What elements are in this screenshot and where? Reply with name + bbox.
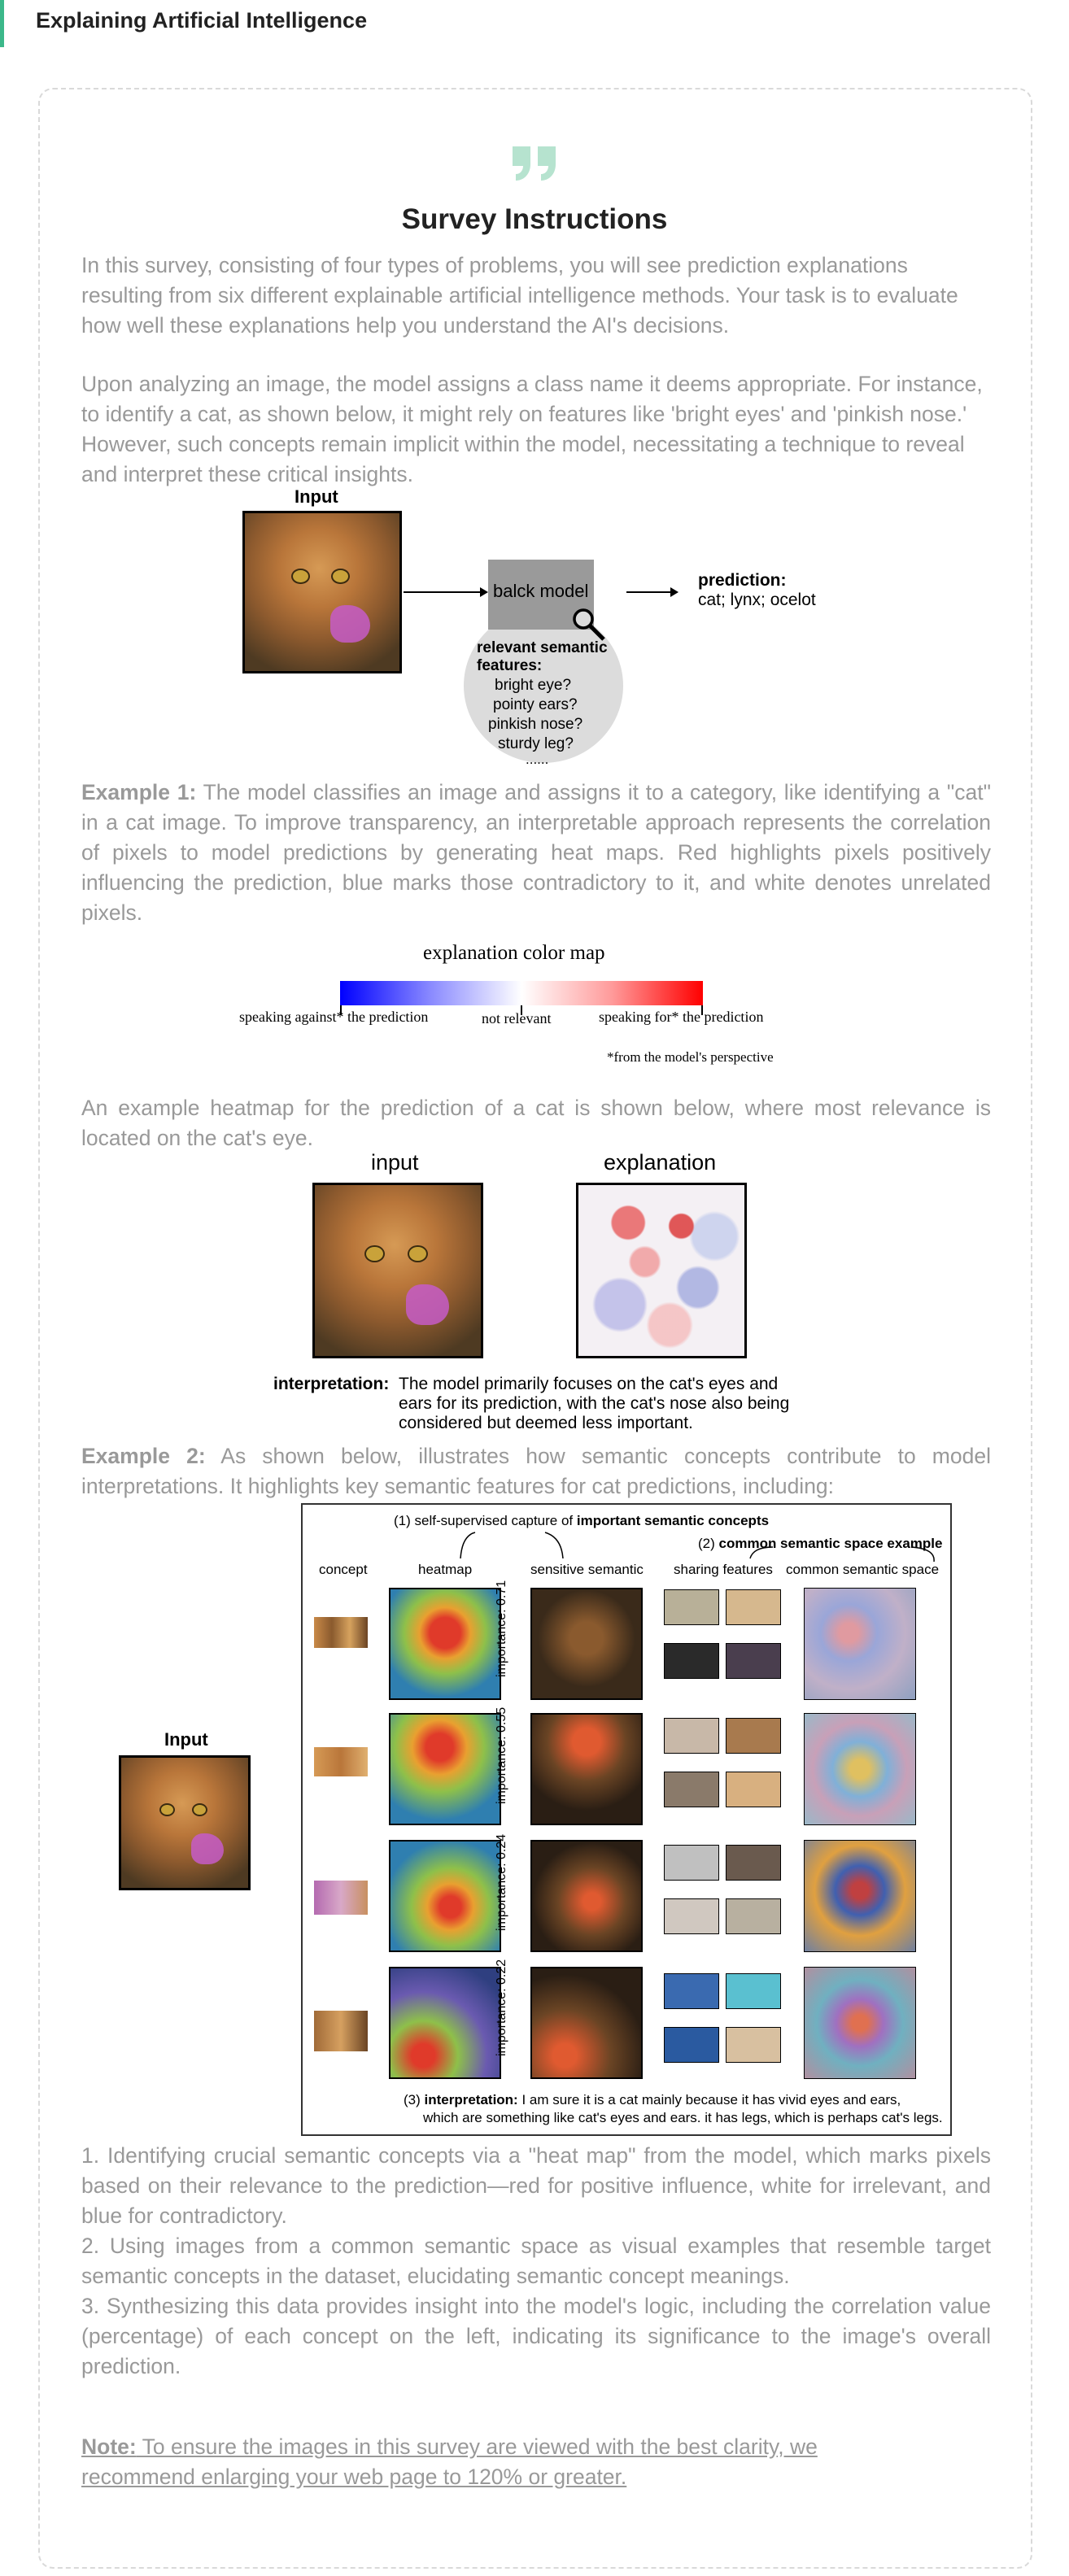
caption-3: (3) interpretation: I am sure it is a ca… (404, 2092, 901, 2107)
features-title: relevant semantic features: (477, 639, 608, 674)
explanation-heatmap (576, 1183, 747, 1358)
figure-heatmap-example: input explanation interpretation: The mo… (268, 1149, 822, 1438)
step-3: 3. Synthesizing this data provides insig… (81, 2294, 991, 2378)
figure-semantic-concepts: Input (1) self-supervised capture of imp… (114, 1503, 960, 2138)
figure3-input-label: Input (164, 1729, 208, 1750)
top-bar: Explaining Artificial Intelligence (0, 0, 1069, 47)
column-sensitive-semantic: sensitive semantic (530, 1562, 644, 1577)
cat-input-image-3 (119, 1755, 251, 1890)
magnifier-icon (573, 608, 605, 641)
colormap-middle-label: not relevant (482, 1010, 552, 1026)
example2-text: As shown below, illustrates how semantic… (81, 1444, 991, 1498)
feature-pointy-ears: pointy ears? (493, 696, 578, 713)
sharing-thumb (726, 1772, 781, 1807)
figure2-input-label: input (371, 1150, 419, 1175)
column-concept: concept (319, 1562, 368, 1577)
heatmap-thumb (389, 1713, 501, 1825)
colormap-right-label: speaking for* the prediction (599, 1009, 764, 1025)
cat-input-image-2 (312, 1183, 483, 1358)
sharing-thumb (726, 1589, 781, 1625)
concept-crop (314, 1747, 368, 1776)
sharing-thumb (664, 1718, 719, 1754)
sharing-thumb (664, 2027, 719, 2063)
interpretation-line-3: considered but deemed less important. (399, 1414, 693, 1432)
figure1-input-label: Input (295, 486, 338, 507)
column-common-semantic-space: common semantic space (786, 1562, 940, 1577)
column-heatmap: heatmap (418, 1562, 473, 1577)
quote-icon (513, 146, 556, 181)
note-text: To ensure the images in this survey are … (81, 2434, 818, 2489)
heatmap-intro: An example heatmap for the prediction of… (81, 1096, 991, 1150)
importance-2: importance: 0.55 (495, 1706, 508, 1804)
sharing-thumb (664, 1973, 719, 2009)
interpretation-line-2: ears for its prediction, with the cat's … (399, 1394, 790, 1413)
common-space-thumb (804, 1588, 916, 1700)
heatmap-thumb (389, 1967, 501, 2079)
sharing-thumb (664, 1589, 719, 1625)
sharing-thumb (664, 1898, 719, 1934)
common-space-thumb (804, 1713, 916, 1825)
example2-paragraph: Example 2: As shown below, illustrates h… (81, 1441, 991, 1502)
sharing-thumb (726, 1898, 781, 1934)
sharing-thumb (726, 1845, 781, 1881)
example1-text: The model classifies an image and assign… (81, 780, 991, 925)
importance-1: importance: 0.71 (495, 1580, 508, 1677)
app-title: Explaining Artificial Intelligence (36, 8, 368, 33)
note: Note: To ensure the images in this surve… (81, 2432, 936, 2492)
common-space-thumb (804, 1967, 916, 2079)
sharing-thumb (726, 1718, 781, 1754)
figure-model-diagram: Input balck model prediction: cat; lynx;… (236, 486, 854, 767)
intro-paragraph: In this survey, consisting of four types… (81, 253, 958, 338)
sharing-thumb (664, 1845, 719, 1881)
feature-ellipsis: ...... (526, 752, 549, 767)
common-space-thumb (804, 1840, 916, 1952)
colormap-left-label: speaking against* the prediction (239, 1009, 429, 1025)
analysis-paragraph: Upon analyzing an image, the model assig… (81, 372, 983, 486)
figure2-explanation-label: explanation (604, 1150, 717, 1175)
caption-connectors (460, 1532, 935, 1563)
colormap-bar (340, 981, 703, 1005)
example2-label: Example 2: (81, 1444, 206, 1468)
sharing-thumb (726, 1643, 781, 1679)
example1-paragraph: Example 1: The model classifies an image… (81, 778, 991, 928)
colormap-footnote: *from the model's perspective (607, 1049, 774, 1065)
colormap-title: explanation color map (423, 942, 605, 964)
figure-colormap: explanation color map speaking against* … (228, 942, 814, 1072)
interpretation-label: interpretation: (273, 1375, 390, 1393)
concept-crop (314, 2011, 368, 2051)
importance-4: importance: 0.22 (495, 1959, 508, 2056)
sensitive-thumb (530, 1840, 643, 1952)
model-label: balck model (493, 581, 589, 601)
heatmap-thumb (389, 1840, 501, 1952)
feature-sturdy-leg: sturdy leg? (498, 735, 574, 752)
feature-pinkish-nose: pinkish nose? (488, 716, 583, 733)
note-label: Note: (81, 2434, 137, 2459)
interpretation-line-1: The model primarily focuses on the cat's… (399, 1375, 779, 1393)
importance-3: importance: 0.24 (495, 1833, 508, 1931)
sharing-thumb (726, 2027, 781, 2063)
sharing-thumb (726, 1973, 781, 2009)
step-2: 2. Using images from a common semantic s… (81, 2234, 991, 2288)
step-1: 1. Identifying crucial semantic concepts… (81, 2143, 991, 2228)
accent-strip (0, 0, 4, 47)
prediction-value: cat; lynx; ocelot (698, 591, 816, 609)
sensitive-thumb (530, 1967, 643, 2079)
sharing-thumb (664, 1643, 719, 1679)
survey-title: Survey Instructions (401, 203, 668, 235)
example1-label: Example 1: (81, 780, 197, 804)
feature-bright-eye: bright eye? (495, 677, 572, 694)
concept-crop (314, 1881, 368, 1915)
cat-input-image (242, 511, 402, 673)
heatmap-thumb (389, 1588, 501, 1700)
concept-crop (314, 1617, 368, 1648)
sensitive-thumb (530, 1713, 643, 1825)
caption-3-line-2: which are something like cat's eyes and … (423, 2110, 943, 2125)
column-sharing-features: sharing features (674, 1562, 773, 1577)
prediction-label: prediction: (698, 571, 787, 590)
sensitive-thumb (530, 1588, 643, 1700)
sharing-thumb (664, 1772, 719, 1807)
